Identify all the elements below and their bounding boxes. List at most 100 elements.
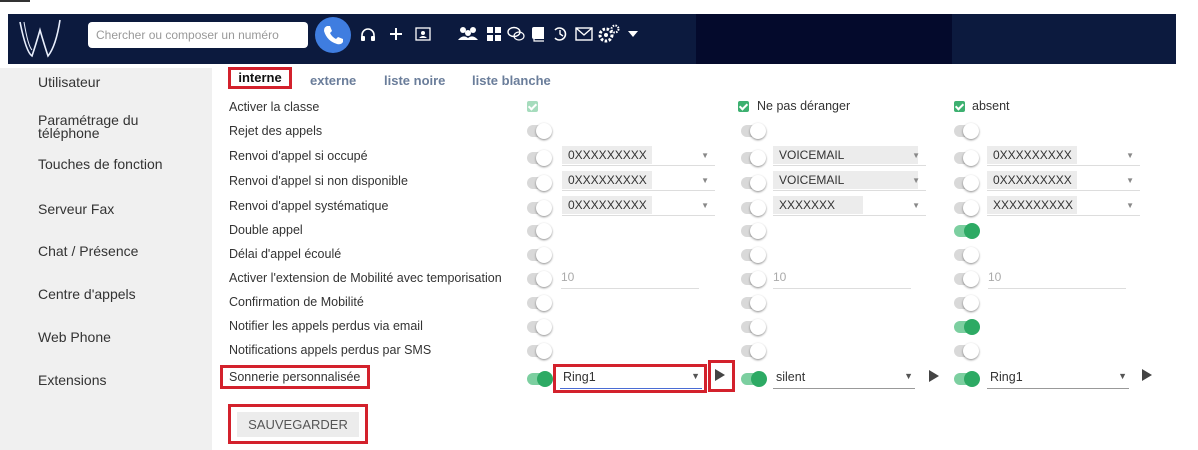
play-icon[interactable] xyxy=(1142,369,1152,381)
headset-icon[interactable] xyxy=(360,27,376,43)
forward-always-select[interactable]: 0XXXXXXXXX ▼ xyxy=(562,196,715,216)
custom-ringtone-toggle[interactable] xyxy=(527,371,553,387)
forward-always-toggle[interactable] xyxy=(741,200,766,216)
chevron-down-icon[interactable] xyxy=(627,30,639,38)
history-icon[interactable] xyxy=(552,26,568,42)
chevron-down-icon: ▼ xyxy=(701,201,709,210)
call-timeout-toggle[interactable] xyxy=(741,247,766,263)
chevron-down-icon: ▼ xyxy=(1126,151,1134,160)
chevron-down-icon: ▼ xyxy=(904,371,913,381)
tab-liste-blanche[interactable]: liste blanche xyxy=(472,73,551,88)
search-box[interactable] xyxy=(88,22,308,48)
forward-busy-select[interactable]: VOICEMAIL ▼ xyxy=(773,146,926,166)
mobility-delay-field[interactable]: 10 xyxy=(773,270,911,289)
sidebar-item-utilisateur[interactable]: Utilisateur xyxy=(38,75,100,89)
forward-unavailable-toggle[interactable] xyxy=(527,175,552,191)
select-value: VOICEMAIL xyxy=(773,146,918,164)
mobility-delay-field[interactable]: 10 xyxy=(988,270,1126,289)
mobility-confirmation-toggle[interactable] xyxy=(954,295,979,311)
chevron-down-icon: ▼ xyxy=(912,176,920,185)
ringtone-select[interactable]: silent ▼ xyxy=(773,368,915,389)
forward-always-select[interactable]: XXXXXXX ▼ xyxy=(773,196,926,216)
row-label: Notifications appels perdus par SMS xyxy=(229,343,432,357)
call-waiting-toggle[interactable] xyxy=(527,223,552,239)
forward-unavailable-toggle[interactable] xyxy=(741,175,766,191)
chevron-down-icon: ▼ xyxy=(701,176,709,185)
absent-label: absent xyxy=(972,99,1010,113)
ringtone-select[interactable]: Ring1 ▼ xyxy=(987,368,1129,389)
forward-busy-toggle[interactable] xyxy=(954,150,979,166)
forward-busy-select[interactable]: 0XXXXXXXXX ▼ xyxy=(987,146,1140,166)
missed-calls-sms-toggle[interactable] xyxy=(527,343,552,359)
plus-icon[interactable] xyxy=(389,27,403,41)
contact-card-icon[interactable] xyxy=(415,26,431,42)
forward-unavailable-select[interactable]: 0XXXXXXXXX ▼ xyxy=(987,171,1140,191)
tab-interne[interactable]: interne xyxy=(228,67,292,89)
mobility-delay-field[interactable]: 10 xyxy=(561,270,699,289)
custom-ringtone-toggle[interactable] xyxy=(954,371,980,387)
select-value: silent xyxy=(776,370,806,384)
users-icon[interactable] xyxy=(457,25,479,43)
forward-always-toggle[interactable] xyxy=(954,200,979,216)
forward-busy-select[interactable]: 0XXXXXXXXX ▼ xyxy=(562,146,715,166)
sidebar-item-touches-fonction[interactable]: Touches de fonction xyxy=(38,157,163,171)
sidebar-item-serveur-fax[interactable]: Serveur Fax xyxy=(38,202,114,216)
highlight-play-button xyxy=(708,360,735,392)
tab-liste-noire[interactable]: liste noire xyxy=(384,73,445,88)
select-value: 0XXXXXXXXX xyxy=(987,171,1077,189)
forward-always-toggle[interactable] xyxy=(527,200,552,216)
app-logo[interactable] xyxy=(16,16,64,60)
mail-icon[interactable] xyxy=(575,27,593,41)
forward-always-select[interactable]: XXXXXXXXXX ▼ xyxy=(987,196,1140,216)
mobility-confirmation-toggle[interactable] xyxy=(741,295,766,311)
activate-class-checkbox[interactable] xyxy=(527,101,538,112)
call-waiting-toggle[interactable] xyxy=(741,223,766,239)
mobility-extension-toggle[interactable] xyxy=(954,271,979,287)
mobility-extension-toggle[interactable] xyxy=(741,271,766,287)
call-button[interactable] xyxy=(315,17,351,53)
forward-busy-toggle[interactable] xyxy=(527,150,552,166)
reject-calls-toggle[interactable] xyxy=(527,123,552,139)
missed-calls-email-toggle[interactable] xyxy=(741,319,766,335)
row-label: Double appel xyxy=(229,223,303,237)
call-timeout-toggle[interactable] xyxy=(527,247,552,263)
book-icon[interactable] xyxy=(531,26,545,42)
reject-calls-toggle[interactable] xyxy=(741,123,766,139)
select-value: VOICEMAIL xyxy=(773,171,918,189)
chevron-down-icon: ▼ xyxy=(912,151,920,160)
forward-unavailable-toggle[interactable] xyxy=(954,175,979,191)
reject-calls-toggle[interactable] xyxy=(954,123,979,139)
search-input[interactable] xyxy=(88,22,296,48)
row-label: Renvoi d'appel si non disponible xyxy=(229,174,408,188)
mobility-extension-toggle[interactable] xyxy=(527,271,552,287)
save-button[interactable]: SAUVEGARDER xyxy=(237,412,359,437)
call-timeout-toggle[interactable] xyxy=(954,247,979,263)
forward-unavailable-select[interactable]: VOICEMAIL ▼ xyxy=(773,171,926,191)
select-value: Ring1 xyxy=(990,370,1023,384)
forward-unavailable-select[interactable]: 0XXXXXXXXX ▼ xyxy=(562,171,715,191)
forward-busy-toggle[interactable] xyxy=(741,150,766,166)
missed-calls-email-toggle[interactable] xyxy=(954,319,980,335)
custom-ringtone-toggle[interactable] xyxy=(741,371,767,387)
sidebar-item-web-phone[interactable]: Web Phone xyxy=(38,330,111,344)
missed-calls-sms-toggle[interactable] xyxy=(954,343,979,359)
settings-icon[interactable] xyxy=(598,24,620,44)
select-value: 0XXXXXXXXX xyxy=(562,146,652,164)
row-label: Renvoi d'appel si occupé xyxy=(229,149,368,163)
chat-icon[interactable] xyxy=(507,26,525,42)
dnd-checkbox[interactable] xyxy=(738,101,749,112)
mobility-confirmation-toggle[interactable] xyxy=(527,295,552,311)
save-button-highlight: SAUVEGARDER xyxy=(228,404,368,444)
missed-calls-email-toggle[interactable] xyxy=(527,319,552,335)
phone-icon xyxy=(324,26,343,45)
tab-externe[interactable]: externe xyxy=(310,73,356,88)
call-waiting-toggle[interactable] xyxy=(954,223,980,239)
absent-checkbox[interactable] xyxy=(954,101,965,112)
sidebar-item-extensions[interactable]: Extensions xyxy=(38,373,106,387)
sidebar-item-chat-presence[interactable]: Chat / Présence xyxy=(38,244,138,258)
sidebar-item-centre-appels[interactable]: Centre d'appels xyxy=(38,287,136,301)
grid-icon[interactable] xyxy=(486,26,502,42)
missed-calls-sms-toggle[interactable] xyxy=(741,343,766,359)
play-icon[interactable] xyxy=(929,370,939,382)
sidebar-item-parametrage-telephone[interactable]: Paramétrage du téléphone xyxy=(38,113,168,140)
